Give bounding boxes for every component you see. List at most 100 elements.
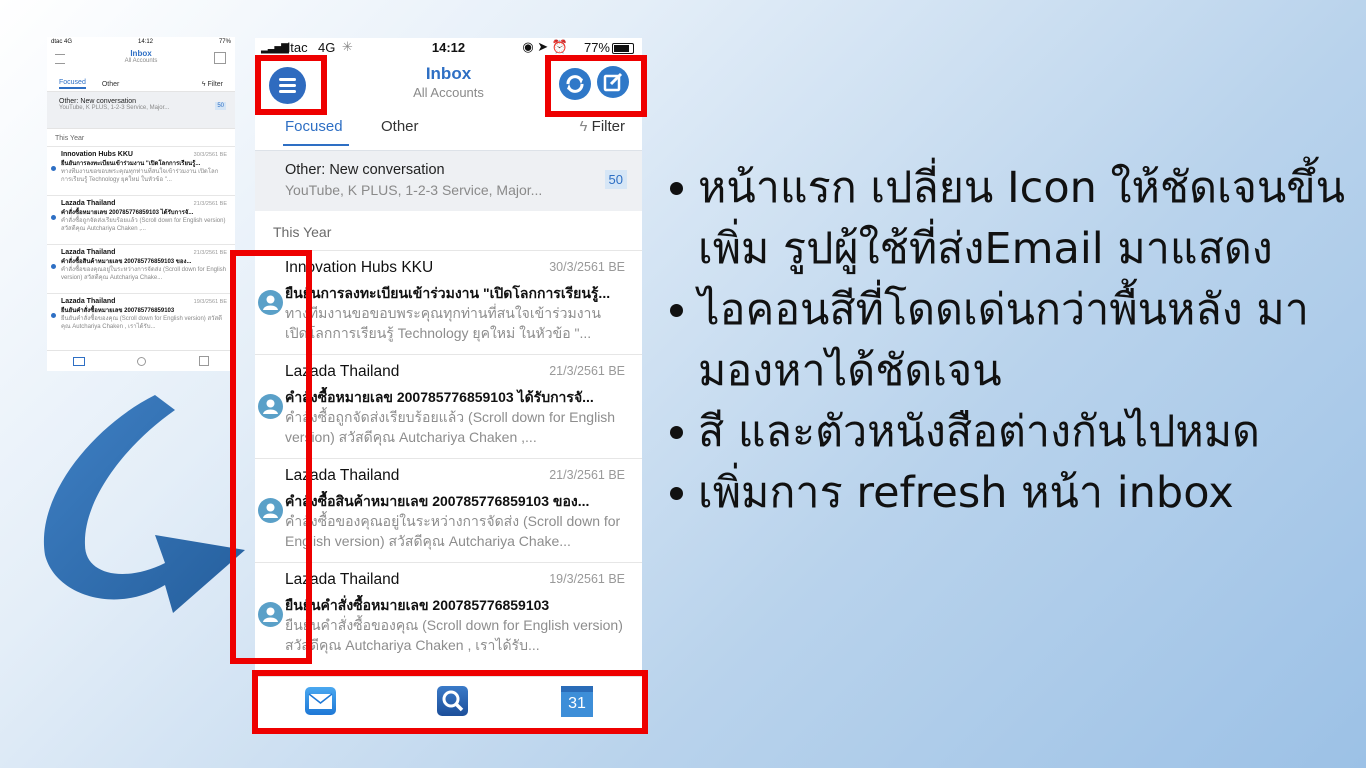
note-item: สี และตัวหนังสือต่างกันไปหมด bbox=[664, 402, 1354, 463]
tab-bar: Focused Other ϟ Filter bbox=[255, 118, 642, 150]
other-banner[interactable]: Other: New conversation YouTube, K PLUS,… bbox=[255, 150, 642, 211]
menu-icon[interactable] bbox=[55, 54, 65, 64]
status-bar: dtac 4G 14:12 77% bbox=[47, 37, 235, 47]
tab-focused[interactable]: Focused bbox=[285, 118, 343, 135]
message-subject: คำสั่งซื้อสินค้าหมายเลข 200785776859103 … bbox=[285, 493, 590, 509]
message-preview: ทางทีมงานขอขอบพระคุณทุกท่านที่สนใจเข้าร่… bbox=[285, 305, 601, 341]
message-date: 19/3/2561 BE bbox=[549, 572, 625, 586]
tab-other[interactable]: Other bbox=[102, 81, 120, 88]
message-date: 19/3/2561 BE bbox=[193, 299, 227, 305]
header: Inbox All Accounts bbox=[47, 49, 235, 77]
other-banner-title: Other: New conversation bbox=[285, 162, 445, 178]
message-row[interactable]: Lazada Thailand 19/3/2561 BE ยืนยันคำสั่งซ… bbox=[47, 293, 235, 342]
message-preview: คำสั่งซื้อของคุณอยู่ในระหว่างการจัดส่ง (… bbox=[61, 267, 227, 281]
message-row[interactable]: Innovation Hubs KKU 30/3/2561 BE ยืนยันการ… bbox=[255, 250, 642, 355]
status-icons: ◉ ➤ ⏰ bbox=[522, 39, 568, 54]
message-date: 21/3/2561 BE bbox=[549, 468, 625, 482]
bolt-icon: ϟ bbox=[579, 118, 588, 135]
message-date: 21/3/2561 BE bbox=[549, 364, 625, 378]
other-count-badge: 50 bbox=[604, 170, 627, 189]
bullet-dot bbox=[670, 487, 683, 500]
redesigned-app-screenshot: ▂▃▅▇ dtac 4G ✳ 14:12 ◉ ➤ ⏰ 77% Inbox All… bbox=[255, 38, 642, 728]
message-date: 21/3/2561 BE bbox=[193, 250, 227, 256]
clock: 14:12 bbox=[137, 39, 153, 45]
note-text: ไอคอนสีที่โดดเด่นกว่าพื้นหลัง มา bbox=[698, 285, 1309, 335]
mail-icon[interactable] bbox=[73, 356, 86, 366]
highlight-bottom-tabs bbox=[252, 670, 648, 734]
inbox-title: Inbox bbox=[130, 49, 152, 58]
note-text: สี และตัวหนังสือต่างกันไปหมด bbox=[698, 407, 1260, 457]
message-date: 21/3/2561 BE bbox=[193, 201, 227, 207]
message-list: Innovation Hubs KKU 30/3/2561 BE ยืนยันการ… bbox=[47, 146, 235, 342]
search-icon[interactable] bbox=[137, 356, 147, 366]
bottom-tab-bar bbox=[47, 350, 235, 371]
battery-percent: 77% bbox=[583, 40, 610, 55]
note-item: หน้าแรก เปลี่ยน Icon ให้ชัดเจนขึ้น bbox=[664, 158, 1354, 219]
highlight-avatars bbox=[230, 250, 312, 664]
message-row[interactable]: Lazada Thailand 19/3/2561 BE ยืนยันคำสั่งซ… bbox=[255, 562, 642, 667]
message-row[interactable]: Lazada Thailand 21/3/2561 BE คำสั่งซื้อหมา… bbox=[47, 195, 235, 244]
message-subject: ยืนยันการลงทะเบียนเข้าร่วมงาน "เปิดโลกกา… bbox=[285, 285, 611, 301]
other-banner-title: Other: New conversation bbox=[59, 98, 137, 105]
message-preview: ยืนยันคำสั่งซื้อของคุณ (Scroll down for … bbox=[61, 316, 223, 330]
message-subject: คำสั่งซื้อหมายเลข 200785776859103 ได้รับ… bbox=[61, 210, 194, 216]
message-preview: คำสั่งซื้อของคุณอยู่ในระหว่างการจัดส่ง (… bbox=[285, 513, 621, 549]
battery: 77% bbox=[218, 39, 231, 45]
note-text: เพิ่ม รูปผู้ใช้ที่ส่งEmail มาแสดง bbox=[698, 224, 1273, 274]
message-preview: คำสั่งซื้อถูกจัดส่งเรียบร้อยแล้ว (Scroll… bbox=[285, 409, 616, 445]
section-header: This Year bbox=[255, 210, 642, 250]
unread-dot bbox=[51, 215, 56, 220]
tab-bar: Focused Other ϟ Filter bbox=[47, 77, 235, 92]
note-item: เพิ่มการ refresh หน้า inbox bbox=[664, 463, 1354, 524]
bullet-dot bbox=[670, 182, 683, 195]
other-banner[interactable]: Other: New conversation YouTube, K PLUS,… bbox=[47, 92, 235, 128]
other-banner-preview: YouTube, K PLUS, 1-2-3 Service, Major... bbox=[285, 182, 543, 198]
note-item: ไอคอนสีที่โดดเด่นกว่าพื้นหลัง มา bbox=[664, 280, 1354, 341]
message-subject: คำสั่งซื้อสินค้าหมายเลข 200785776859103 … bbox=[61, 259, 192, 265]
battery-icon bbox=[612, 43, 634, 54]
note-text: มองหาได้ชัดเจน bbox=[698, 346, 1002, 396]
section-header: This Year bbox=[47, 128, 235, 146]
curved-arrow bbox=[43, 395, 246, 613]
note-text: เพิ่มการ refresh หน้า inbox bbox=[698, 468, 1234, 518]
calendar-icon[interactable] bbox=[198, 356, 209, 366]
message-date: 30/3/2561 BE bbox=[193, 152, 227, 158]
unread-dot bbox=[51, 166, 56, 171]
message-subject: ยืนยันการลงทะเบียนเข้าร่วมงาน "เปิดโลกกา… bbox=[61, 161, 201, 167]
message-subject: คำสั่งซื้อหมายเลข 200785776859103 ได้รับ… bbox=[285, 389, 594, 405]
note-text: หน้าแรก เปลี่ยน Icon ให้ชัดเจนขึ้น bbox=[698, 163, 1346, 213]
section-label: This Year bbox=[273, 224, 332, 240]
note-item: เพิ่ม รูปผู้ใช้ที่ส่งEmail มาแสดง bbox=[664, 219, 1354, 280]
message-subject: ยืนยันคำสั่งซื้อหมายเลข 200785776859103 bbox=[285, 597, 550, 613]
message-preview: ทางทีมงานขอขอบพระคุณทุกท่านที่สนใจเข้าร่… bbox=[61, 169, 219, 183]
highlight-header-actions bbox=[545, 55, 647, 117]
message-preview: ยืนยันคำสั่งซื้อของคุณ (Scroll down for … bbox=[285, 617, 623, 653]
inbox-subtitle: All Accounts bbox=[124, 58, 158, 64]
other-banner-preview: YouTube, K PLUS, 1-2-3 Service, Major... bbox=[59, 105, 170, 111]
filter-button[interactable]: ϟ Filter bbox=[580, 118, 625, 135]
message-preview: คำสั่งซื้อถูกจัดส่งเรียบร้อยแล้ว (Scroll… bbox=[61, 218, 226, 232]
bullet-dot bbox=[670, 304, 683, 317]
message-row[interactable]: Lazada Thailand 21/3/2561 BE คำสั่งซื้อหมา… bbox=[255, 354, 642, 459]
unread-dot bbox=[51, 264, 56, 269]
filter-label: Filter bbox=[207, 80, 223, 88]
bolt-icon: ϟ bbox=[201, 80, 206, 88]
note-item: มองหาได้ชัดเจน bbox=[664, 341, 1354, 402]
message-row[interactable]: Innovation Hubs KKU 30/3/2561 BE ยืนยันการ… bbox=[47, 146, 235, 195]
bullet-dot bbox=[670, 426, 683, 439]
message-subject: ยืนยันคำสั่งซื้อหมายเลข 200785776859103 bbox=[61, 308, 175, 314]
filter-label: Filter bbox=[591, 118, 625, 135]
tab-focused[interactable]: Focused bbox=[59, 79, 86, 89]
carrier: dtac 4G bbox=[51, 39, 73, 45]
other-count-badge: 50 bbox=[215, 102, 226, 110]
message-row[interactable]: Lazada Thailand 21/3/2561 BE คำสั่งซื้อสิน… bbox=[255, 458, 642, 563]
unread-dot bbox=[51, 313, 56, 318]
compose-icon[interactable] bbox=[214, 52, 226, 64]
message-row[interactable]: Lazada Thailand 21/3/2561 BE คำสั่งซื้อสิน… bbox=[47, 244, 235, 293]
message-date: 30/3/2561 BE bbox=[549, 260, 625, 274]
tab-focused-underline bbox=[283, 144, 349, 146]
filter-button[interactable]: ϟ Filter bbox=[202, 81, 223, 88]
notes-list: หน้าแรก เปลี่ยน Icon ให้ชัดเจนขึ้น เพิ่ม… bbox=[664, 158, 1354, 524]
highlight-menu-icon bbox=[255, 55, 327, 115]
tab-other[interactable]: Other bbox=[381, 118, 419, 135]
